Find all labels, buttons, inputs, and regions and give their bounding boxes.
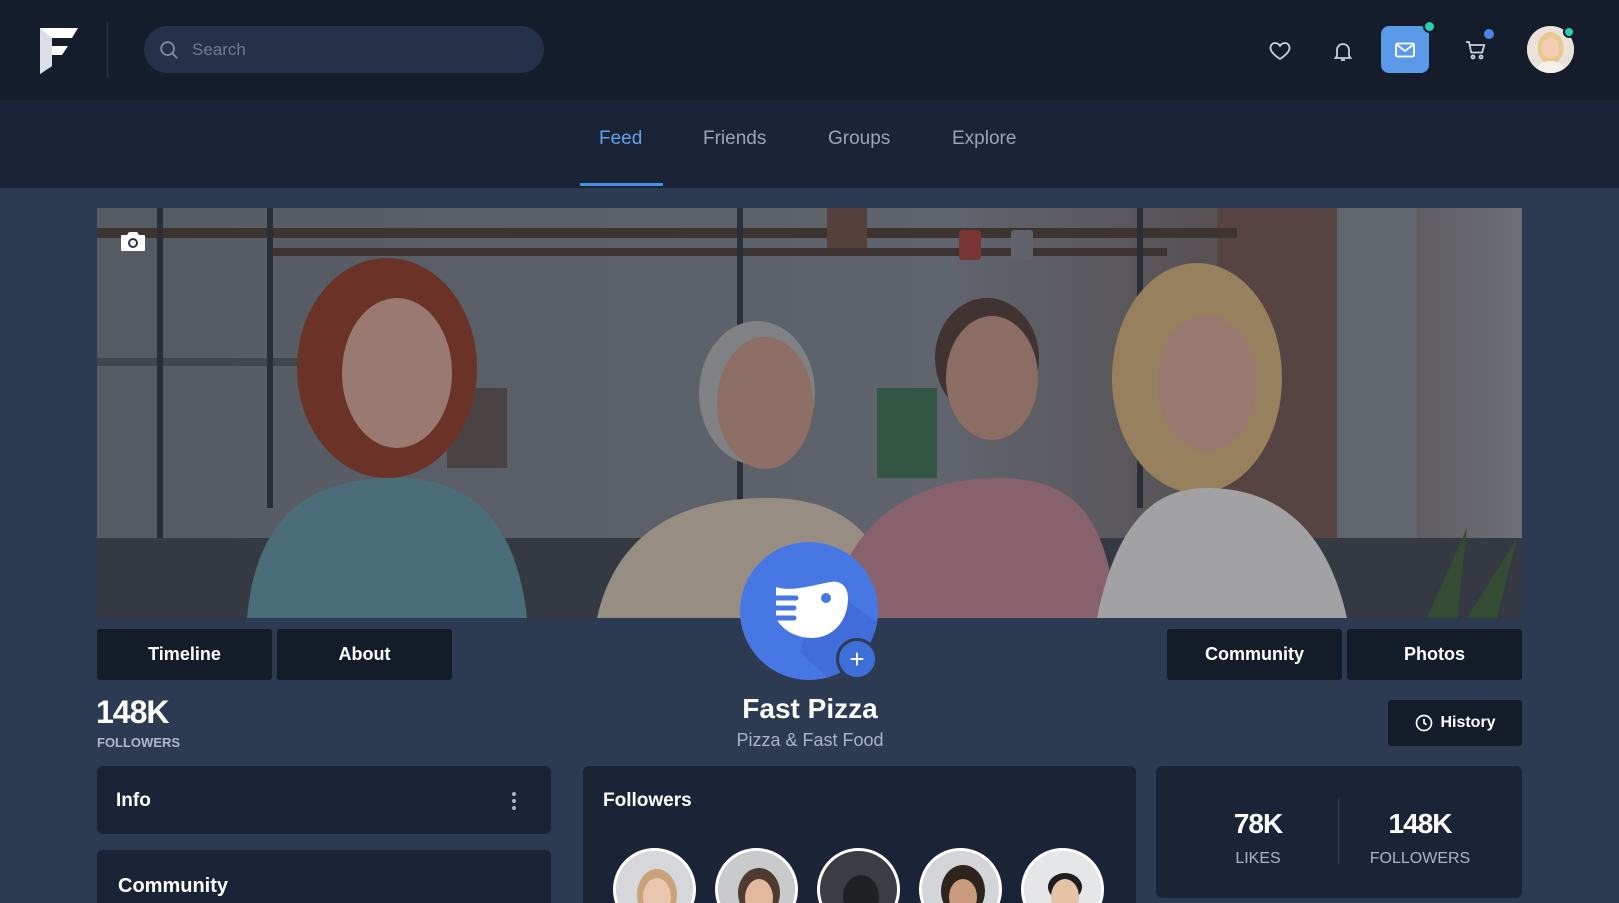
tab-explore[interactable]: Explore (952, 128, 1016, 150)
plus-icon: + (849, 644, 865, 674)
bell-icon (1333, 43, 1353, 61)
active-tab-indicator (580, 183, 663, 186)
tab-feed[interactable]: Feed (599, 128, 642, 150)
cart-badge (1484, 29, 1494, 39)
about-button[interactable]: About (277, 629, 452, 680)
search-icon (160, 40, 178, 59)
followers-card: Followers (583, 766, 1136, 903)
likes-count: 78K (1233, 808, 1283, 839)
follower-avatar[interactable] (1021, 848, 1104, 903)
followers-title: Followers (603, 790, 692, 811)
online-status-dot (1563, 26, 1575, 38)
follower-avatar[interactable] (715, 848, 798, 903)
search-input[interactable] (192, 39, 512, 60)
community-title: Community (118, 875, 228, 897)
followers-stat-label: FOLLOWERS (1369, 850, 1471, 867)
photos-button[interactable]: Photos (1347, 629, 1522, 680)
community-card: Community (97, 850, 551, 903)
followers-count: 148K (96, 694, 169, 730)
history-button[interactable]: History (1388, 700, 1522, 746)
info-title: Info (116, 790, 151, 811)
stats-card: 78K LIKES 148K FOLLOWERS (1156, 766, 1522, 898)
follower-avatar[interactable] (817, 848, 900, 903)
cart-button[interactable] (1461, 35, 1491, 65)
history-label: History (1440, 714, 1496, 731)
search-bar[interactable] (144, 26, 544, 73)
main-nav (0, 100, 1619, 188)
favorites-button[interactable] (1266, 37, 1294, 65)
followers-stat-count: 148K (1388, 808, 1453, 839)
tab-friends[interactable]: Friends (703, 128, 766, 150)
header-divider (107, 22, 108, 78)
camera-icon[interactable] (119, 228, 147, 254)
add-photo-button[interactable]: + (836, 638, 878, 680)
page-title: Fast Pizza (742, 693, 878, 724)
kebab-icon[interactable] (509, 790, 519, 812)
logo[interactable] (38, 26, 80, 74)
messages-button[interactable] (1381, 26, 1429, 73)
community-button[interactable]: Community (1167, 629, 1342, 680)
follower-avatar[interactable] (919, 848, 1002, 903)
timeline-button[interactable]: Timeline (97, 629, 272, 680)
heart-icon (1269, 42, 1291, 61)
clock-icon (1416, 714, 1433, 732)
notifications-button[interactable] (1329, 37, 1357, 65)
messages-badge (1423, 20, 1436, 33)
followers-label: FOLLOWERS (97, 735, 181, 750)
info-card: Info (97, 766, 551, 834)
stats-divider (1338, 798, 1339, 864)
cart-icon (1466, 41, 1486, 60)
page-category: Pizza & Fast Food (736, 730, 884, 750)
likes-label: LIKES (1235, 850, 1281, 867)
tab-groups[interactable]: Groups (828, 128, 890, 150)
follower-avatar[interactable] (613, 848, 696, 903)
mail-icon (1395, 42, 1415, 57)
